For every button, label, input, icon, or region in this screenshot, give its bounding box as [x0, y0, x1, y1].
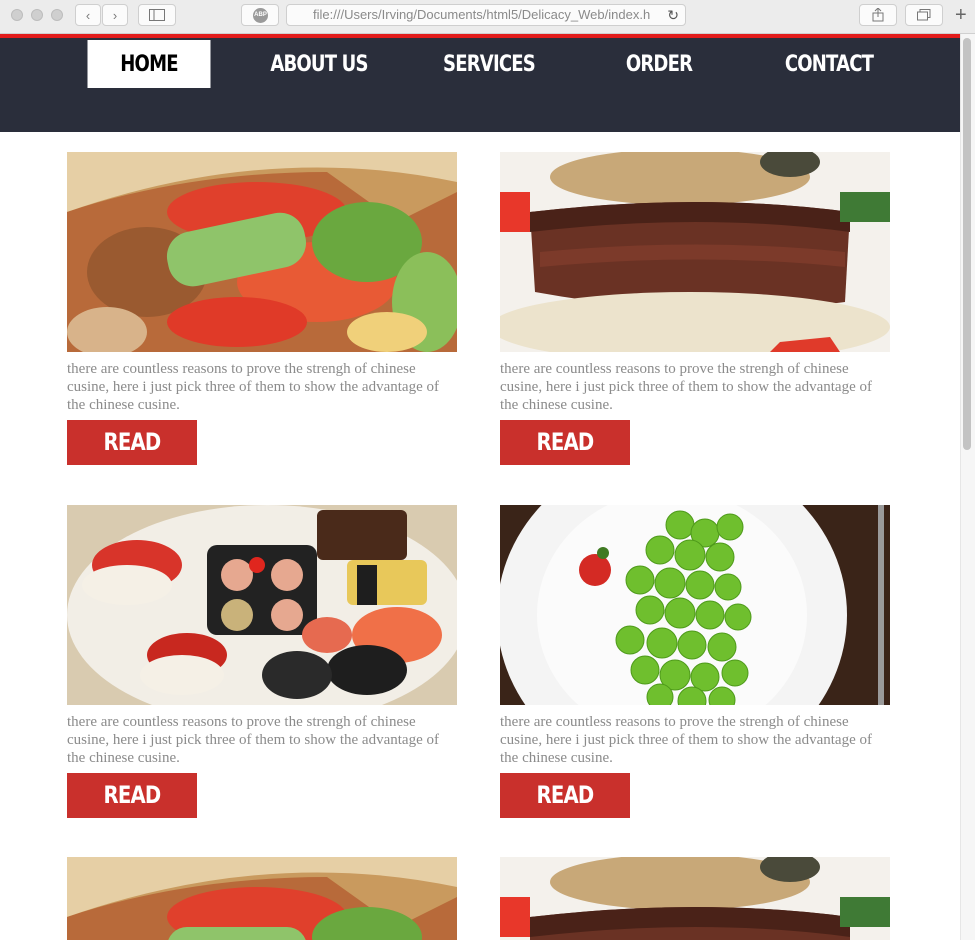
nav-item-about-us[interactable]: ABOUT US — [258, 40, 381, 88]
address-bar[interactable]: file:///Users/Irving/Documents/html5/Del… — [286, 4, 686, 26]
minimize-window-icon[interactable] — [31, 9, 43, 21]
address-text: file:///Users/Irving/Documents/html5/Del… — [313, 7, 651, 22]
card-description: there are countless reasons to prove the… — [500, 361, 872, 413]
read-more-label: READ MORE — [534, 781, 596, 854]
share-icon — [872, 8, 884, 22]
back-button[interactable]: ‹ — [75, 4, 101, 26]
zoom-window-icon[interactable] — [51, 9, 63, 21]
reload-icon[interactable]: ↻ — [667, 5, 679, 25]
card-description: there are countless reasons to prove the… — [67, 714, 439, 766]
card-description: there are countless reasons to prove the… — [500, 714, 872, 766]
read-more-button[interactable]: READ MORE — [67, 773, 197, 854]
food-card — [67, 857, 457, 940]
read-more-label: READ MORE — [101, 428, 163, 501]
read-more-button[interactable]: READ MORE — [500, 773, 630, 854]
forward-button[interactable]: › — [102, 4, 128, 26]
food-card: there are countless reasons to prove the… — [500, 505, 890, 854]
sushi-photo — [67, 505, 457, 705]
food-card: there are countless reasons to prove the… — [67, 152, 457, 501]
steak-photo — [500, 152, 890, 352]
read-more-button[interactable]: READ MORE — [500, 420, 630, 501]
read-more-label: READ MORE — [534, 428, 596, 501]
scrollbar-thumb[interactable] — [963, 38, 971, 450]
nav-item-contact[interactable]: CONTACT — [768, 40, 891, 88]
sidebar-toggle-button[interactable] — [138, 4, 176, 26]
food-card: there are countless reasons to prove the… — [67, 505, 457, 854]
browser-toolbar: ‹ › ABP file:///Users/Irving/Documents/h… — [0, 0, 975, 34]
sidebar-icon — [149, 9, 165, 21]
food-card — [500, 857, 890, 940]
food-card: there are countless reasons to prove the… — [500, 152, 890, 501]
wrap-salad-photo — [67, 857, 457, 940]
read-more-label: READ MORE — [101, 781, 163, 854]
close-window-icon[interactable] — [11, 9, 23, 21]
tabs-icon — [917, 9, 931, 21]
nav-item-home[interactable]: HOME — [87, 40, 211, 88]
nav-item-services[interactable]: SERVICES — [428, 40, 551, 88]
adblock-button[interactable]: ABP — [241, 4, 279, 26]
new-tab-icon[interactable]: + — [955, 5, 967, 25]
chevron-right-icon: › — [112, 7, 118, 23]
chevron-left-icon: ‹ — [85, 7, 91, 23]
grapes-plate-photo — [500, 505, 890, 705]
wrap-salad-photo — [67, 152, 457, 352]
read-more-button[interactable]: READ MORE — [67, 420, 197, 501]
main-navigation: HOME ABOUT US SERVICES ORDER CONTACT — [0, 38, 960, 132]
steak-photo — [500, 857, 890, 940]
adblock-icon: ABP — [253, 8, 268, 23]
tabs-overview-button[interactable] — [905, 4, 943, 26]
card-description: there are countless reasons to prove the… — [67, 361, 439, 413]
nav-item-order[interactable]: ORDER — [598, 40, 721, 88]
share-button[interactable] — [859, 4, 897, 26]
